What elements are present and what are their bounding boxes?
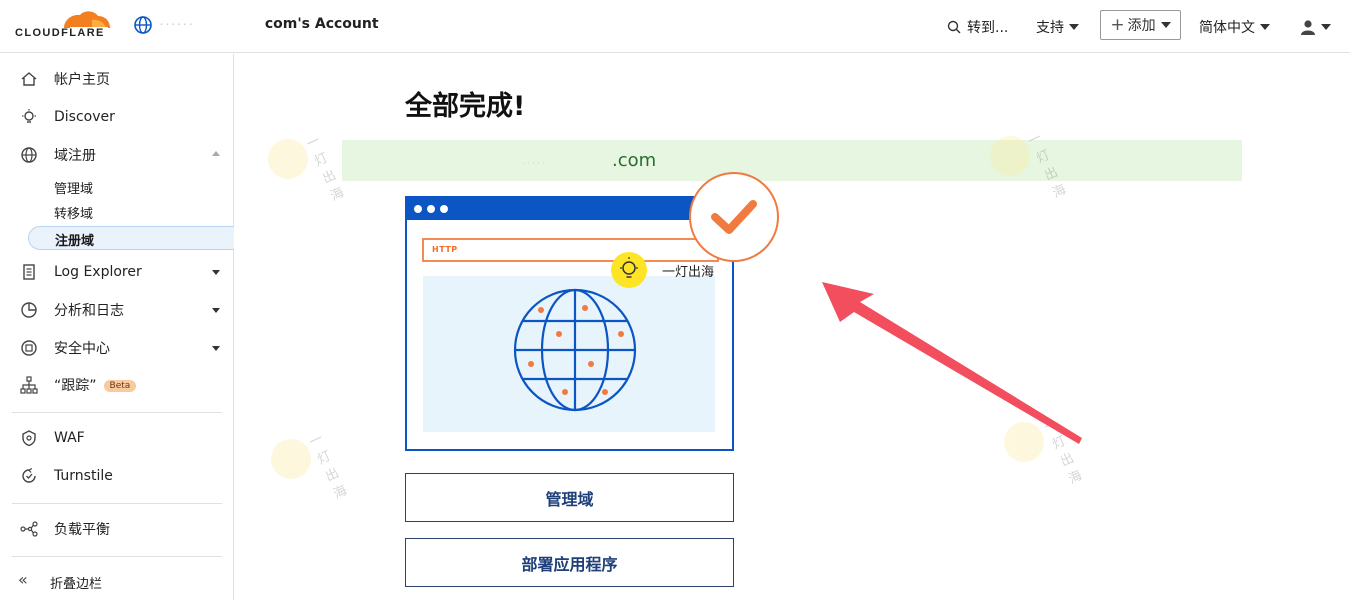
main-content: 全部完成! · · · · · .com HTTP 一灯出海 管理域 部署应用程…: [234, 54, 1350, 600]
sidebar-item-label: Turnstile: [54, 468, 113, 484]
sidebar-item-log-explorer[interactable]: Log Explorer: [0, 254, 233, 290]
chevron-down-icon[interactable]: [212, 270, 220, 275]
sidebar-divider: [12, 556, 222, 557]
chevron-up-icon[interactable]: [212, 151, 220, 156]
user-menu[interactable]: [1300, 0, 1331, 53]
double-chevron-left-icon: «: [18, 570, 28, 589]
chevron-down-icon[interactable]: [212, 346, 220, 351]
collapse-sidebar-button[interactable]: « 折叠边栏: [0, 564, 233, 600]
sidebar-subitem-register-domains[interactable]: 注册域: [28, 226, 234, 250]
sidebar: 帐户主页 Discover 域注册 管理域 转移域 注册域 Log Explor…: [0, 54, 234, 600]
sidebar-item-label: Log Explorer: [54, 264, 142, 280]
sidebar-divider: [12, 412, 222, 413]
account-name[interactable]: · · · · · · com's Account: [160, 16, 379, 32]
goto-search[interactable]: 转到...: [947, 0, 1008, 53]
language-menu[interactable]: 简体中文: [1199, 0, 1270, 53]
sidebar-item-label: 负载平衡: [54, 522, 110, 538]
chevron-down-icon: [1321, 23, 1331, 30]
support-label: 支持: [1036, 19, 1064, 36]
lightbulb-icon: [22, 109, 36, 123]
add-label: 添加: [1127, 18, 1156, 34]
sidebar-item-trace[interactable]: “跟踪” Beta: [0, 367, 233, 403]
sidebar-item-label-text: “跟踪”: [54, 378, 97, 394]
globe-icon: [21, 147, 37, 163]
support-menu[interactable]: 支持: [1036, 0, 1079, 53]
chevron-down-icon: [1069, 23, 1079, 30]
turnstile-icon: [22, 467, 36, 483]
chevron-down-icon: [1160, 22, 1171, 28]
search-icon: [947, 20, 961, 33]
sidebar-item-domain-registration[interactable]: 域注册: [0, 137, 233, 173]
network-icon: [20, 521, 38, 537]
tree-icon: [20, 376, 38, 394]
user-icon: [1301, 19, 1315, 35]
account-name-text: com's Account: [264, 16, 379, 32]
sidebar-item-label: “跟踪” Beta: [54, 375, 137, 395]
collapse-label: 折叠边栏: [50, 576, 103, 592]
sidebar-item-load-balancing[interactable]: 负载平衡: [0, 511, 233, 547]
sidebar-item-security-center[interactable]: 安全中心: [0, 330, 233, 366]
sidebar-item-waf[interactable]: WAF: [0, 420, 233, 456]
sidebar-subitem-manage-domains[interactable]: 管理域: [54, 178, 93, 197]
goto-label: 转到...: [967, 19, 1009, 36]
sidebar-item-analytics-logs[interactable]: 分析和日志: [0, 292, 233, 328]
sidebar-item-label: 分析和日志: [54, 303, 124, 319]
document-icon: [23, 264, 35, 280]
sidebar-item-label: 帐户主页: [54, 72, 110, 88]
beta-badge: Beta: [103, 380, 137, 392]
sidebar-item-turnstile[interactable]: Turnstile: [0, 458, 233, 494]
chevron-down-icon[interactable]: [212, 308, 220, 313]
logo-text[interactable]: CLOUDFLARE: [15, 27, 105, 39]
sidebar-subitem-label: 注册域: [55, 234, 95, 249]
sidebar-subitem-transfer-domains[interactable]: 转移域: [54, 203, 93, 222]
sidebar-item-label: 域注册: [54, 148, 96, 164]
plus-icon: +: [1110, 15, 1125, 35]
add-button[interactable]: + 添加: [1100, 10, 1181, 40]
annotation-arrow-icon: [822, 282, 1082, 444]
sidebar-item-account-home[interactable]: 帐户主页: [0, 61, 233, 97]
sidebar-item-label: WAF: [54, 430, 85, 446]
sidebar-item-discover[interactable]: Discover: [0, 99, 233, 135]
home-icon: [21, 72, 37, 86]
waf-icon: [22, 430, 36, 447]
top-bar: CLOUDFLARE · · · · · · com's Account 转到.…: [0, 0, 1350, 53]
sidebar-item-label: Discover: [54, 109, 115, 125]
chart-icon: [21, 302, 37, 318]
chevron-down-icon: [1260, 23, 1270, 30]
language-label: 简体中文: [1199, 19, 1255, 36]
sidebar-item-label: 安全中心: [54, 341, 110, 357]
account-globe-icon: [134, 16, 152, 34]
shield-icon: [21, 340, 37, 356]
sidebar-divider: [12, 503, 222, 504]
cloudflare-logo-icon[interactable]: [14, 6, 114, 46]
